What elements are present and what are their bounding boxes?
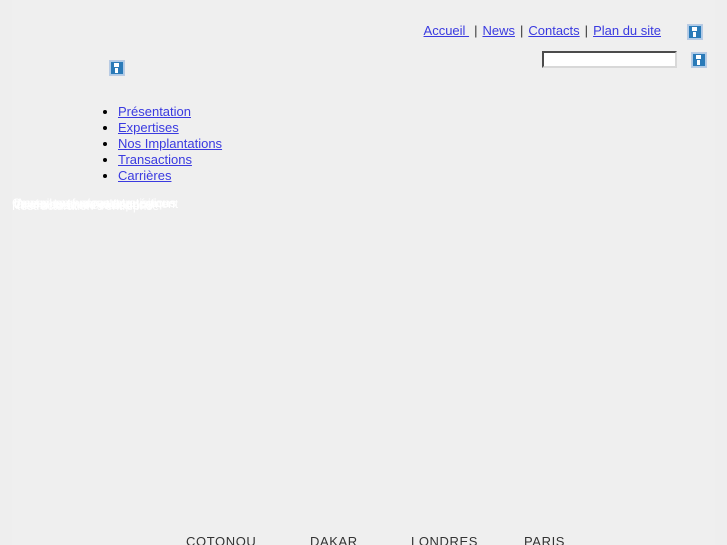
nav-link-contacts[interactable]: Contacts: [528, 23, 579, 38]
menu-link-transactions[interactable]: Transactions: [118, 152, 192, 167]
city-label: COTONOU: [186, 534, 257, 545]
content-column: [12, 0, 715, 545]
menu-item-carrieres: Carrières: [118, 168, 222, 184]
broken-image-icon: [109, 59, 125, 76]
menu-item-nos-implantations: Nos Implantations: [118, 136, 222, 152]
city-label: PARIS: [524, 534, 566, 545]
menu-link-carrieres[interactable]: Carrières: [118, 168, 171, 183]
search-area: [542, 51, 707, 69]
nav-link-news[interactable]: News: [482, 23, 515, 38]
slogan-stack: Conseil en fusions acquisitions Levée de…: [12, 196, 312, 213]
broken-image-icon: [690, 51, 707, 68]
menu-link-expertises[interactable]: Expertises: [118, 120, 179, 135]
slogan-line: Transmission d'entreprise: [15, 198, 152, 212]
main-menu: Présentation Expertises Nos Implantation…: [96, 104, 222, 184]
page-root: Accueil | News | Contacts | Plan du site Prés…: [0, 0, 727, 545]
top-navigation: Accueil | News | Contacts | Plan du site: [0, 22, 715, 40]
nav-separator: |: [519, 23, 524, 38]
menu-item-presentation: Présentation: [118, 104, 222, 120]
nav-link-accueil[interactable]: Accueil: [424, 23, 470, 38]
site-logo[interactable]: [109, 59, 125, 76]
menu-link-nos-implantations[interactable]: Nos Implantations: [118, 136, 222, 151]
menu-item-expertises: Expertises: [118, 120, 222, 136]
search-input[interactable]: [542, 51, 677, 69]
broken-image-icon[interactable]: [687, 23, 703, 40]
search-submit-button[interactable]: [690, 51, 707, 68]
nav-separator: |: [584, 23, 589, 38]
city-label: LONDRES: [411, 534, 479, 545]
nav-link-plan-du-site[interactable]: Plan du site: [593, 23, 661, 38]
menu-link-presentation[interactable]: Présentation: [118, 104, 191, 119]
footer-cities: COTONOU DAKAR LONDRES PARIS: [0, 534, 727, 545]
city-label: DAKAR: [310, 534, 358, 545]
nav-separator: |: [474, 23, 478, 38]
menu-item-transactions: Transactions: [118, 152, 222, 168]
